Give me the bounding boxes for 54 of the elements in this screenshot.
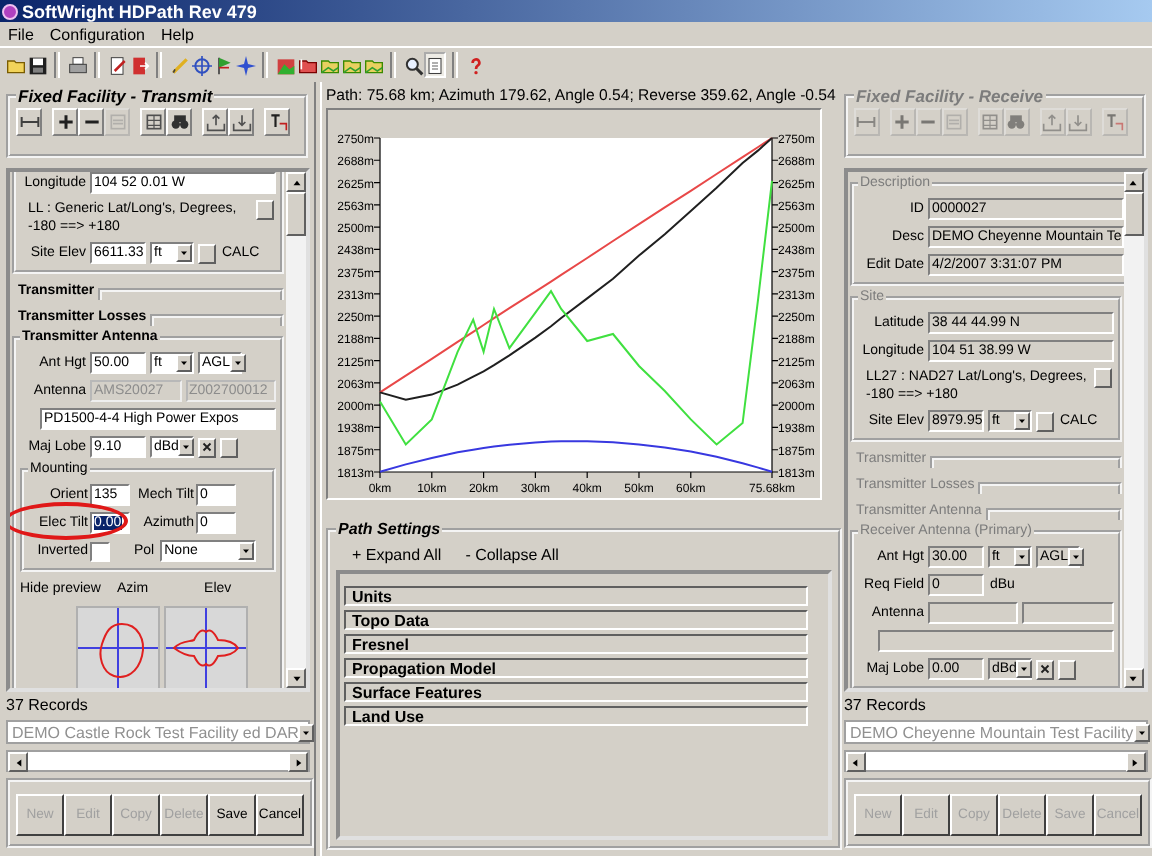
menu-item[interactable]: Help	[152, 25, 202, 43]
scroll-thumb[interactable]	[1123, 192, 1144, 236]
caret-icon	[1015, 414, 1028, 428]
section-header[interactable]: Topo Data	[343, 610, 808, 630]
caret-icon	[178, 356, 190, 370]
scroll-right-icon	[291, 755, 305, 769]
small-button[interactable]	[198, 243, 216, 263]
page-icon[interactable]	[424, 52, 446, 78]
caret-icon	[1015, 550, 1028, 564]
cross-icon	[200, 440, 214, 454]
menu-item[interactable]: Configuration	[41, 25, 153, 43]
section-header[interactable]: Surface Features	[343, 682, 808, 702]
caret-icon	[178, 246, 190, 260]
link[interactable]: + Expand All	[351, 545, 442, 563]
group-title: Fixed Facility - Transmit	[16, 86, 215, 106]
caret-icon	[1018, 662, 1031, 676]
vertical-scrollbar[interactable]	[1123, 172, 1144, 688]
scroll-left-icon	[11, 755, 25, 769]
small-button[interactable]	[256, 200, 274, 220]
printer-icon[interactable]	[66, 52, 88, 78]
search-icon[interactable]	[402, 52, 424, 78]
record-count: 37 Records	[6, 696, 90, 716]
caret-icon	[180, 440, 193, 454]
star-icon[interactable]	[234, 52, 256, 78]
small-button[interactable]	[220, 437, 238, 457]
section-header[interactable]: Fresnel	[343, 634, 808, 654]
exit-icon[interactable]	[128, 52, 150, 78]
caret-icon	[1070, 550, 1082, 564]
section-header[interactable]: Units	[343, 586, 808, 606]
scroll-left-icon	[848, 755, 863, 769]
checkbox[interactable]	[90, 541, 110, 561]
caret-icon	[240, 544, 253, 558]
scroll-down-icon	[289, 671, 303, 685]
crosshair-icon[interactable]	[190, 52, 212, 78]
section-header[interactable]: Land Use	[343, 706, 808, 726]
link[interactable]: - Collapse All	[465, 545, 559, 563]
app-icon	[2, 3, 18, 19]
window-title: SoftWright HDPath Rev 479	[22, 1, 257, 21]
record-count: 37 Records	[843, 696, 928, 716]
flag-icon[interactable]	[212, 52, 234, 78]
menu-item[interactable]: File	[0, 25, 42, 43]
group-title: Fixed Facility - Receive	[853, 86, 1046, 106]
horizontal-scrollbar[interactable]	[6, 750, 310, 772]
scroll-thumb[interactable]	[286, 192, 306, 236]
delete-button[interactable]	[198, 437, 216, 457]
document-icon[interactable]	[106, 52, 128, 78]
vertical-scrollbar[interactable]	[286, 172, 306, 688]
section-header[interactable]: Propagation Model	[343, 658, 808, 678]
caret-icon	[232, 356, 245, 370]
scroll-right-icon	[1128, 755, 1143, 769]
horizontal-scrollbar[interactable]	[843, 750, 1148, 772]
group-title: Path Settings	[335, 520, 443, 538]
scroll-down-icon	[1126, 671, 1141, 685]
cross-icon	[1037, 662, 1052, 676]
